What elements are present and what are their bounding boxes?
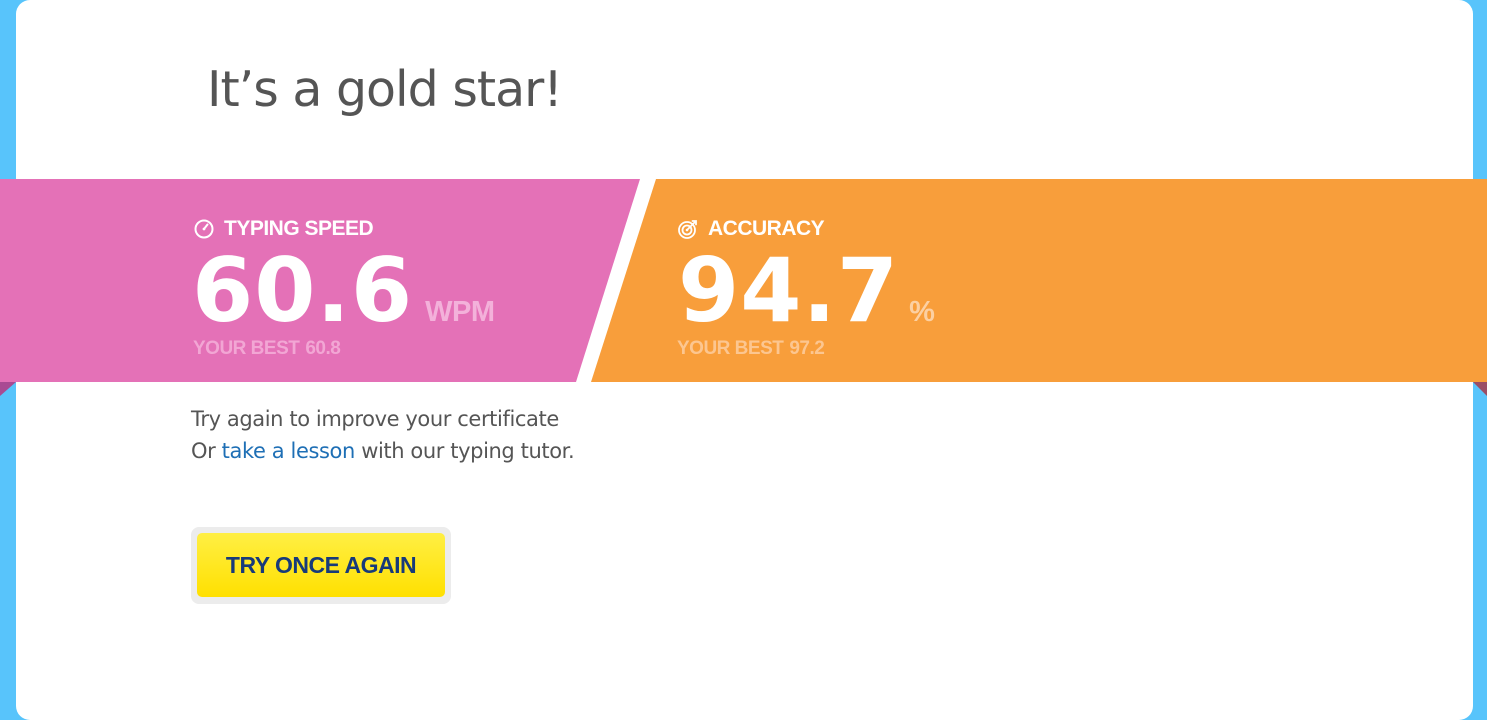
- accuracy-label: ACCURACY: [708, 217, 825, 240]
- accuracy-value: 94.7: [678, 239, 900, 342]
- ribbon-fold-left: [0, 382, 16, 396]
- lesson-text: Or take a lesson with our typing tutor.: [191, 435, 575, 467]
- typing-speed-best-label: YOUR BEST: [193, 338, 300, 359]
- typing-speed-unit: WPM: [425, 296, 495, 328]
- typing-speed-value: 60.6: [192, 239, 414, 342]
- accuracy-best-label: YOUR BEST: [677, 338, 784, 359]
- ribbon-fold-right: [1473, 382, 1487, 396]
- result-message: Try again to improve your certificate Or…: [191, 403, 575, 467]
- take-a-lesson-link[interactable]: take a lesson: [222, 439, 356, 463]
- accuracy-best-value: 97.2: [789, 338, 825, 359]
- lesson-text-prefix: Or: [191, 439, 216, 463]
- target-icon: [677, 218, 699, 240]
- typing-speed-heading: TYPING SPEED: [193, 217, 374, 241]
- typing-speed-best-value: 60.8: [305, 338, 341, 359]
- accuracy-value-row: 94.7 %: [678, 239, 935, 342]
- try-once-again-button[interactable]: TRY ONCE AGAIN: [197, 533, 445, 597]
- stats-band: TYPING SPEED 60.6 WPM YOUR BEST 60.8 ACC…: [0, 179, 1487, 382]
- page-title: It’s a gold star!: [207, 61, 563, 118]
- lesson-text-suffix: with our typing tutor.: [361, 439, 575, 463]
- accuracy-heading: ACCURACY: [677, 217, 825, 241]
- accuracy-unit: %: [909, 296, 935, 328]
- accuracy-best: YOUR BEST 97.2: [677, 338, 825, 360]
- typing-speed-label: TYPING SPEED: [224, 217, 374, 240]
- improve-certificate-text: Try again to improve your certificate: [191, 407, 559, 431]
- typing-speed-best: YOUR BEST 60.8: [193, 338, 341, 360]
- try-again-button-frame: TRY ONCE AGAIN: [191, 527, 451, 604]
- speedometer-icon: [193, 218, 215, 240]
- typing-speed-value-row: 60.6 WPM: [192, 243, 495, 339]
